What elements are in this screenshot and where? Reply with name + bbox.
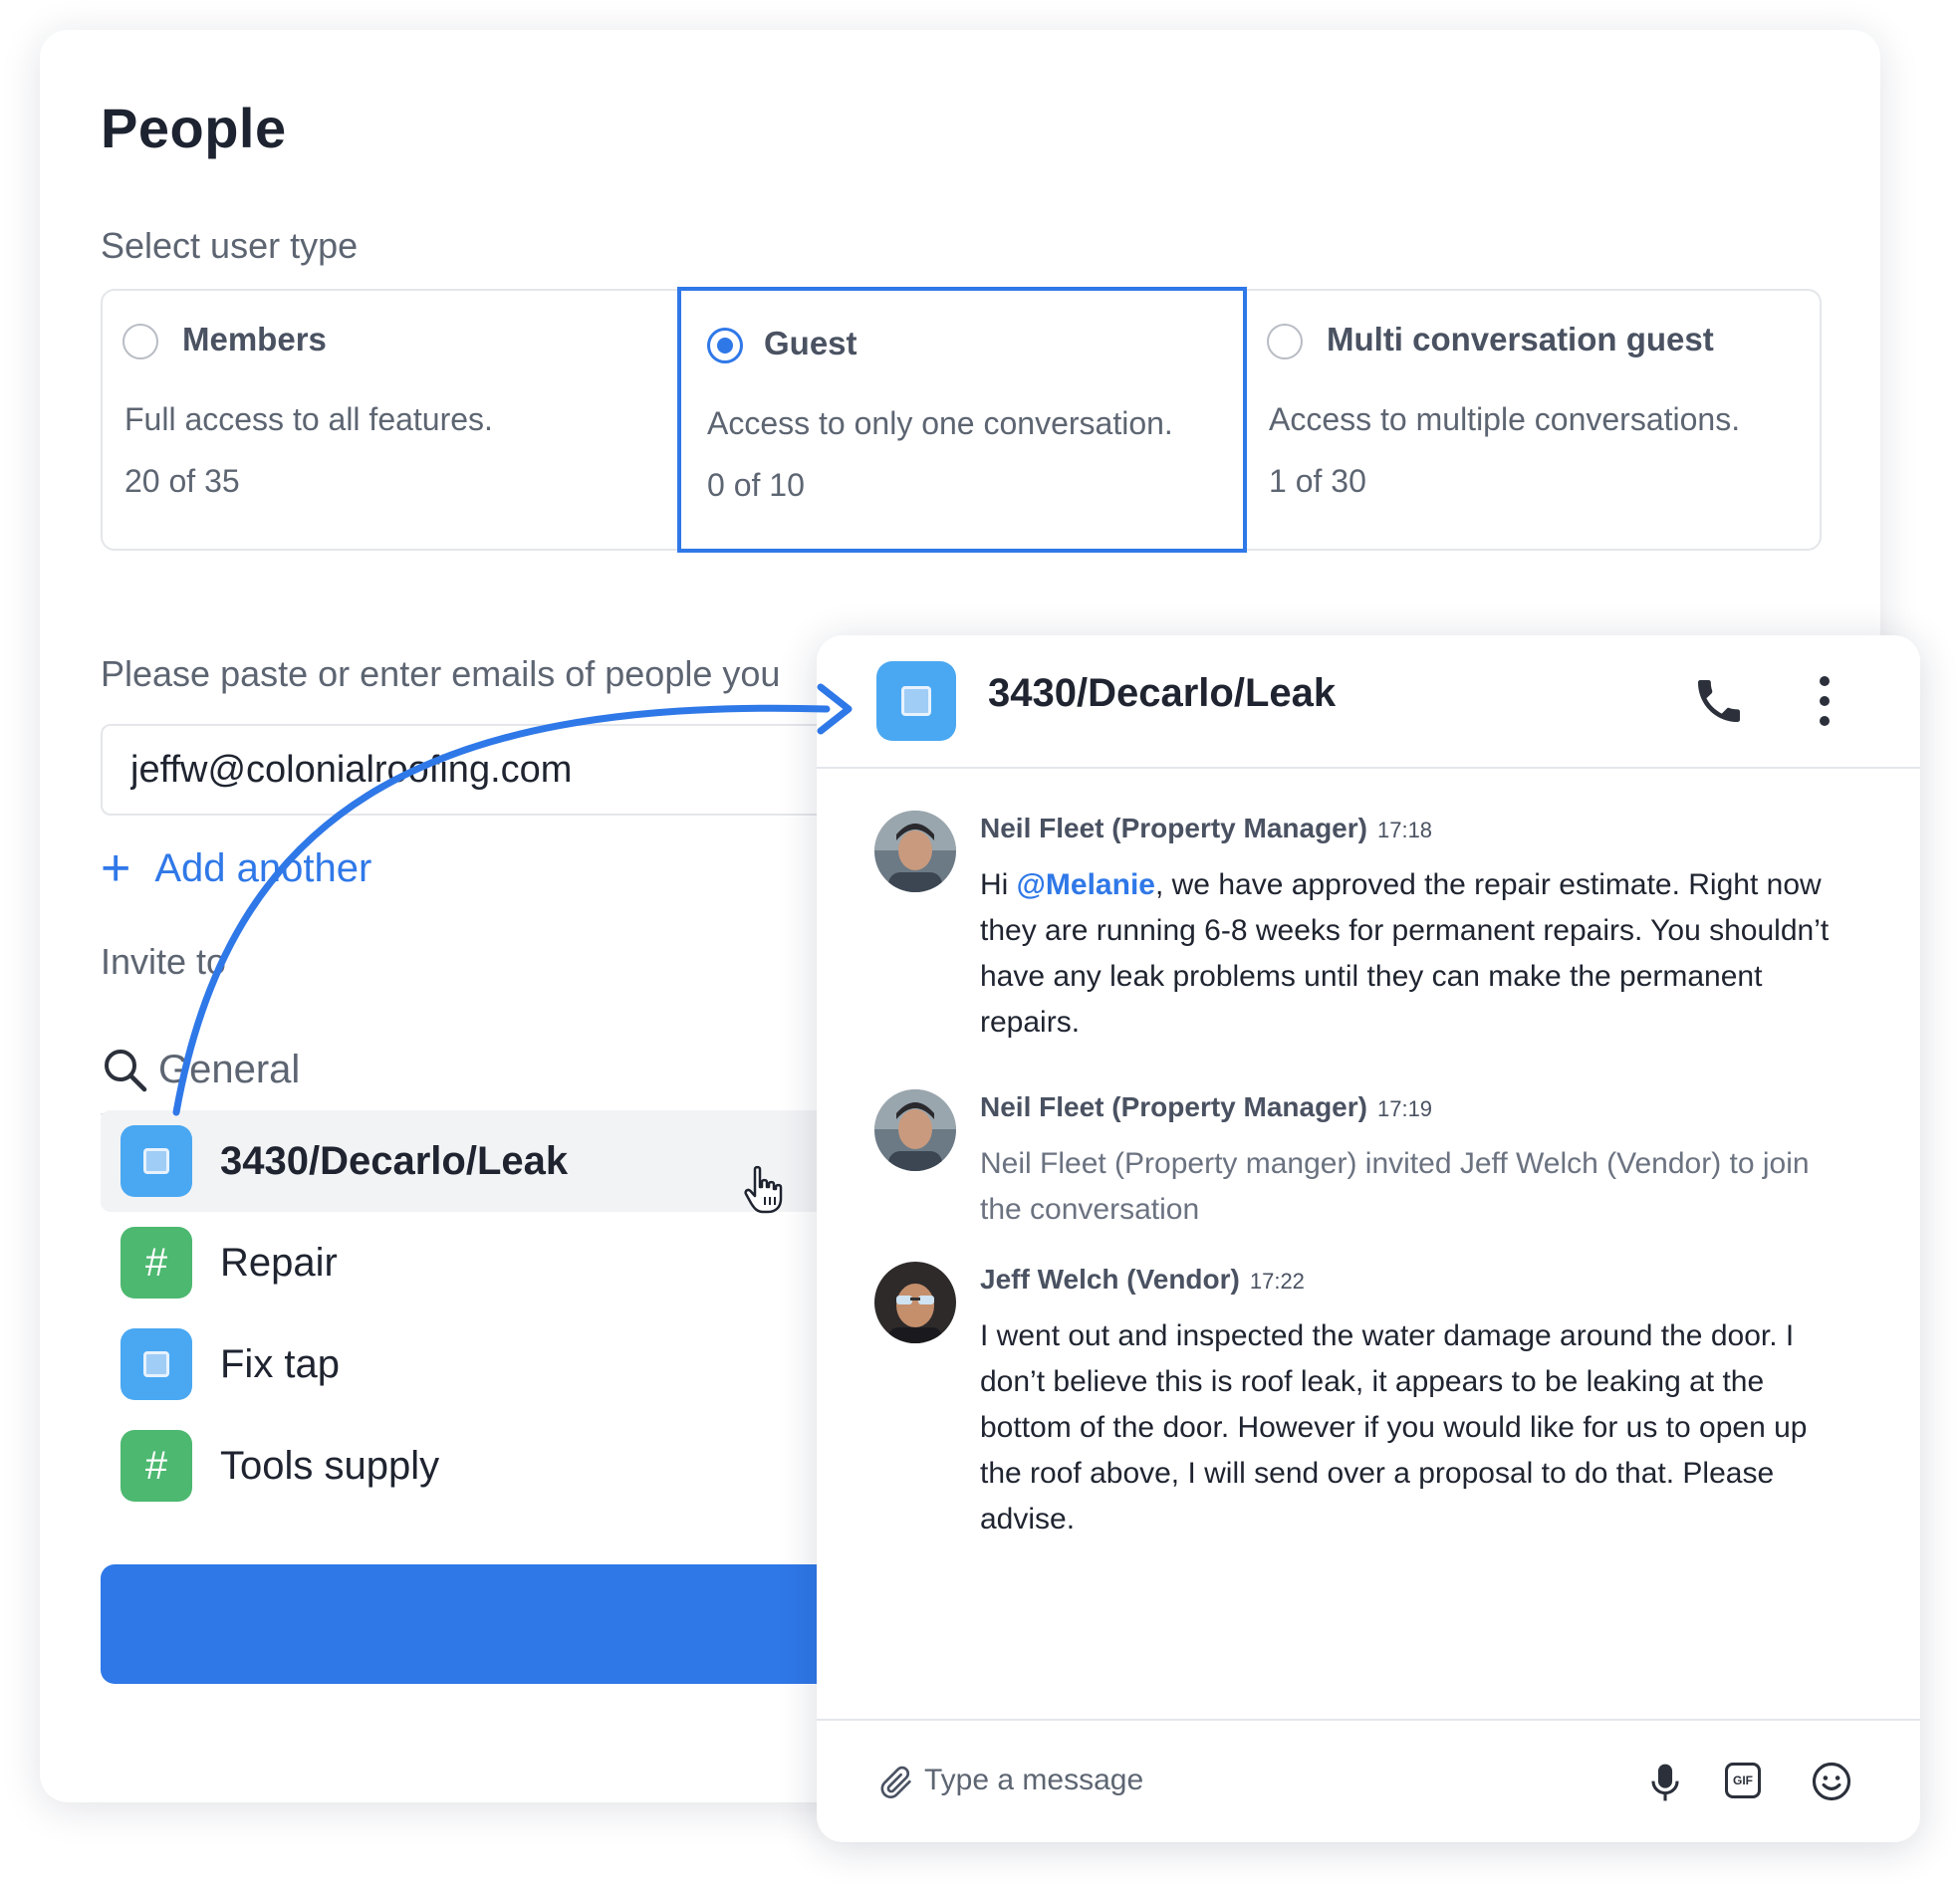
search-input[interactable] (158, 1047, 856, 1092)
user-type-count: 20 of 35 (124, 463, 240, 499)
message-input[interactable] (924, 1751, 1522, 1810)
conversation-title: 3430/Decarlo/Leak (988, 671, 1337, 715)
conversation-header: 3430/Decarlo/Leak (817, 635, 1920, 769)
user-type-description: Access to multiple conversations. (1269, 401, 1741, 437)
hand-pointer-icon (744, 1165, 783, 1214)
user-type-name: Multi conversation guest (1327, 321, 1714, 357)
radio-checked-icon[interactable] (707, 328, 743, 363)
user-type-description: Access to only one conversation. (707, 405, 1173, 441)
conversation-icon (876, 661, 956, 741)
add-another-label: Add another (154, 845, 372, 890)
page-title: People (101, 97, 287, 159)
message-author[interactable]: Neil Fleet (Property Manager) (980, 1091, 1367, 1122)
user-type-count: 1 of 30 (1269, 463, 1366, 499)
message-author[interactable]: Neil Fleet (Property Manager) (980, 813, 1367, 843)
user-type-name: Guest (764, 325, 858, 361)
message-author[interactable]: Jeff Welch (Vendor) (980, 1264, 1240, 1295)
emoji-icon[interactable] (1811, 1761, 1852, 1802)
search-icon (105, 1050, 147, 1092)
user-type-members-option[interactable]: Members Full access to all features. 20 … (103, 291, 678, 549)
channel-name: Repair (220, 1240, 338, 1285)
message-text: I went out and inspected the water damag… (980, 1319, 1808, 1536)
message-time: 17:18 (1376, 818, 1433, 842)
message-composer: GIF (817, 1719, 1920, 1842)
microphone-icon[interactable] (1648, 1761, 1682, 1804)
user-type-name: Members (182, 321, 327, 357)
phone-icon[interactable] (1691, 673, 1747, 729)
message-time: 17:19 (1376, 1096, 1433, 1121)
plus-icon: + (101, 839, 131, 897)
user-type-count: 0 of 10 (707, 467, 805, 503)
radio-unchecked-icon[interactable] (122, 324, 158, 359)
channel-name: 3430/Decarlo/Leak (220, 1138, 569, 1183)
user-mention[interactable]: @Melanie (1017, 868, 1155, 901)
user-type-multi-guest-option[interactable]: Multi conversation guest Access to multi… (1247, 291, 1823, 549)
invite-to-label: Invite to (101, 941, 227, 982)
avatar (874, 1262, 956, 1343)
conversation-panel: 3430/Decarlo/Leak Neil Fleet (Property M… (817, 635, 1920, 1842)
paperclip-icon[interactable] (876, 1761, 916, 1804)
hash-icon: # (121, 1227, 192, 1299)
hash-icon: # (121, 1430, 192, 1502)
avatar (874, 811, 956, 892)
emails-label: Please paste or enter emails of people y… (101, 653, 781, 694)
system-message-text: Neil Fleet (Property manger) invited Jef… (980, 1147, 1810, 1226)
add-another-link[interactable]: + Add another (101, 842, 371, 894)
user-type-description: Full access to all features. (124, 401, 493, 437)
message-time: 17:22 (1249, 1269, 1305, 1294)
channel-name: Fix tap (220, 1341, 341, 1386)
conversation-icon (121, 1125, 192, 1197)
message-text: Hi @Melanie, we have approved the repair… (980, 862, 1856, 1046)
gif-label: GIF (1733, 1774, 1753, 1787)
radio-unchecked-icon[interactable] (1267, 324, 1303, 359)
conversation-icon (121, 1328, 192, 1400)
channel-name: Tools supply (220, 1443, 440, 1488)
user-type-radio-group: Members Full access to all features. 20 … (101, 287, 1823, 553)
more-vertical-icon[interactable] (1813, 671, 1837, 731)
select-user-type-label: Select user type (101, 225, 359, 266)
message-text-part: Hi (980, 868, 1017, 901)
user-type-guest-option[interactable]: Guest Access to only one conversation. 0… (677, 287, 1247, 553)
gif-icon[interactable]: GIF (1725, 1763, 1761, 1798)
avatar (874, 1089, 956, 1171)
